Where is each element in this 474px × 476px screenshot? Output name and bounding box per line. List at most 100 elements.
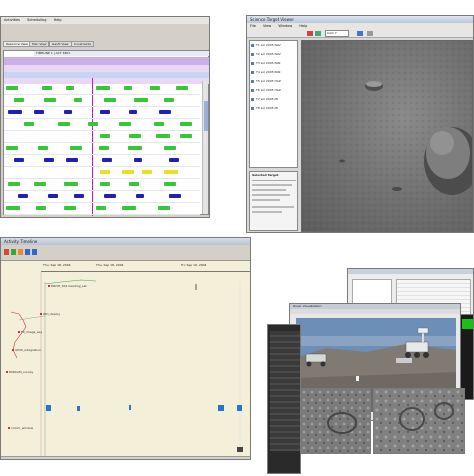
camera-select[interactable]: Cam 7 — [325, 30, 349, 37]
viewer-list-item[interactable]: T2 sol 2005 NAV — [256, 52, 298, 56]
activity-bar[interactable] — [42, 86, 52, 90]
activity-bar[interactable] — [64, 206, 76, 210]
activity-bar[interactable] — [122, 170, 134, 174]
menu-help[interactable]: Help — [54, 18, 62, 22]
activity-bar[interactable] — [6, 206, 20, 210]
activity-bar[interactable] — [6, 146, 18, 150]
activity-bar[interactable] — [176, 86, 188, 90]
activity-bar[interactable] — [74, 98, 82, 102]
tab-constraints[interactable]: Constraints — [71, 41, 95, 47]
activity-bar[interactable] — [64, 182, 78, 186]
zoom-icon[interactable] — [357, 31, 363, 36]
viewer-list-item[interactable]: T7 sol 2005 MI — [256, 97, 298, 101]
timeline-plot[interactable] — [1, 272, 251, 458]
viewer-list-item[interactable]: T3 sol 2005 PAN — [256, 61, 298, 65]
activity-bar[interactable] — [74, 194, 84, 198]
activity-bar[interactable] — [96, 86, 110, 90]
activity-bar[interactable] — [129, 134, 141, 138]
activity-bar[interactable] — [122, 206, 136, 210]
activity-bar[interactable] — [180, 122, 192, 126]
activity-bar[interactable] — [100, 182, 110, 186]
activity-bar[interactable] — [164, 182, 176, 186]
planner-canvas[interactable]: TIMELINE 1 | ACT 3801 — [3, 50, 209, 216]
activity-bar[interactable] — [124, 86, 132, 90]
timeline-event-label[interactable]: APXS_integration — [15, 348, 41, 352]
warn-icon[interactable] — [18, 249, 23, 255]
activity-bar[interactable] — [128, 146, 142, 150]
activity-bar[interactable] — [18, 194, 28, 198]
activity-bar[interactable] — [154, 122, 164, 126]
activity-bar[interactable] — [134, 158, 142, 162]
terrain-image[interactable] — [301, 40, 473, 232]
activity-bar[interactable] — [169, 194, 181, 198]
activity-bar[interactable] — [96, 206, 106, 210]
activity-bar[interactable] — [156, 134, 170, 138]
activity-bar[interactable] — [38, 146, 48, 150]
viewer-file-tree[interactable]: T1 sol 2005 NAV T2 sol 2005 NAV T3 sol 200… — [249, 40, 298, 168]
activity-bar[interactable] — [129, 110, 137, 114]
activity-bar[interactable] — [88, 122, 98, 126]
activity-bar[interactable] — [164, 98, 174, 102]
settings-icon[interactable] — [367, 31, 373, 36]
viewer-menu-help[interactable]: Help — [299, 24, 307, 28]
timeline-h-scrollbar[interactable] — [1, 456, 250, 459]
activity-bar[interactable] — [44, 158, 54, 162]
activity-bar[interactable] — [104, 98, 116, 102]
timeline-event-marker[interactable] — [48, 285, 50, 287]
activity-bar[interactable] — [8, 182, 20, 186]
viewer-menu-file[interactable]: File — [250, 24, 256, 28]
play-icon[interactable] — [315, 31, 321, 36]
viewer-list-item[interactable]: T5 sol 2005 HAZ — [256, 79, 298, 83]
activity-bar[interactable] — [34, 110, 44, 114]
activity-bar[interactable] — [119, 122, 131, 126]
timeline-event-marker[interactable] — [8, 427, 10, 429]
activity-bar[interactable] — [136, 194, 144, 198]
activity-bar[interactable] — [164, 146, 176, 150]
activity-bar[interactable] — [6, 86, 18, 90]
activity-bar[interactable] — [164, 170, 178, 174]
activity-bar[interactable] — [102, 158, 112, 162]
timeline-event-marker[interactable] — [6, 371, 8, 373]
tab-resource-view[interactable]: Resource View — [3, 41, 31, 47]
activity-bar[interactable] — [24, 122, 34, 126]
activity-bar[interactable] — [44, 98, 56, 102]
zoom-in-icon[interactable] — [25, 249, 30, 255]
timeline-event-label[interactable]: MI_image_seq — [21, 330, 42, 334]
activity-bar[interactable] — [66, 158, 78, 162]
activity-bar[interactable] — [99, 146, 109, 150]
go-icon[interactable] — [11, 249, 16, 255]
activity-bar[interactable] — [169, 158, 179, 162]
zoom-out-icon[interactable] — [32, 249, 37, 255]
activity-bar[interactable] — [100, 110, 110, 114]
timeline-event-marker[interactable] — [18, 331, 20, 333]
left-camera-image[interactable] — [301, 388, 371, 454]
activity-bar[interactable] — [158, 206, 170, 210]
viewer-menu-view[interactable]: View — [263, 24, 271, 28]
activity-bar[interactable] — [142, 170, 152, 174]
viewer-menu-window[interactable]: Window — [278, 24, 292, 28]
activity-bar[interactable] — [48, 194, 58, 198]
timeline-event-label[interactable]: IDD_deploy — [43, 312, 60, 316]
right-camera-image[interactable] — [373, 388, 465, 454]
activity-bar[interactable] — [150, 86, 160, 90]
timeline-event-label[interactable]: comm_window — [11, 426, 33, 430]
activity-bar[interactable] — [70, 146, 82, 150]
current-time-marker[interactable] — [92, 78, 93, 216]
timeline-event-marker[interactable] — [12, 349, 14, 351]
timeline-event-marker[interactable] — [40, 313, 42, 315]
record-icon[interactable] — [307, 31, 313, 36]
activity-bar[interactable] — [180, 134, 192, 138]
planner-scrollbar[interactable] — [202, 81, 208, 214]
activity-bar[interactable] — [104, 194, 116, 198]
planner-scroll-thumb[interactable] — [204, 101, 208, 131]
tab-gantt-view[interactable]: Gantt View — [49, 41, 72, 47]
activity-bar[interactable] — [14, 158, 24, 162]
activity-bar[interactable] — [66, 86, 74, 90]
viewer-list-item[interactable]: T4 sol 2005 PAN — [256, 70, 298, 74]
activity-bar[interactable] — [8, 110, 22, 114]
tab-plan-view[interactable]: Plan View — [29, 41, 50, 47]
activity-bar[interactable] — [129, 182, 139, 186]
menu-activities[interactable]: Activities — [4, 18, 20, 22]
activity-bar[interactable] — [14, 98, 24, 102]
menu-scheduling[interactable]: Scheduling — [27, 18, 46, 22]
